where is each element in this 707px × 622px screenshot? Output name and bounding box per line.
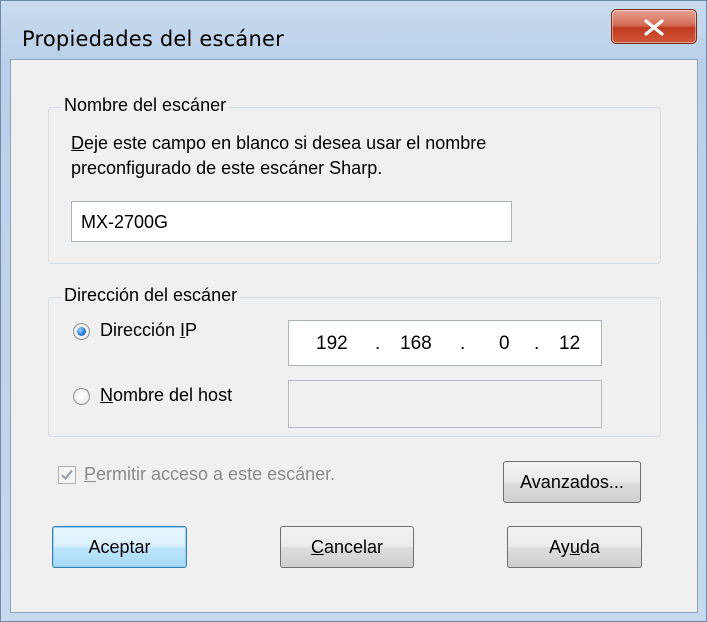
dialog-body: Nombre del escáner Deje este campo en bl… <box>10 59 698 613</box>
ip-dot-3: . <box>534 333 540 354</box>
cancel-button-label: ancelar <box>323 537 384 557</box>
host-name-radio[interactable] <box>73 388 90 405</box>
advanced-button-label: Avanzados... <box>520 472 624 492</box>
host-label-accelerator: N <box>100 385 113 405</box>
ip-octet-1: 192 <box>316 333 348 354</box>
ip-octet-4: 12 <box>559 333 581 354</box>
hint-line-1: eje este campo en blanco si desea usar e… <box>84 133 487 153</box>
ip-label-suffix: P <box>185 320 198 340</box>
advanced-button[interactable]: Avanzados... <box>503 461 641 503</box>
allow-access-checkbox[interactable] <box>58 466 76 484</box>
cancel-accelerator: C <box>310 537 324 557</box>
close-icon <box>644 19 664 36</box>
host-name-label[interactable]: Nombre del host <box>100 385 232 406</box>
ok-button-label: Aceptar <box>88 537 151 557</box>
ip-octet-3: 0 <box>499 333 510 354</box>
cancel-button[interactable]: Cancelar <box>280 526 414 568</box>
scanner-name-hint-line-2: preconfigurado de este escáner Sharp. <box>71 158 383 178</box>
scanner-name-input[interactable]: MX-2700G <box>71 201 512 242</box>
ip-dot-2: . <box>460 333 466 354</box>
checkmark-icon <box>61 469 73 481</box>
help-accelerator: u <box>569 537 580 557</box>
scanner-address-legend: Dirección del escáner <box>61 285 241 306</box>
title-bar[interactable]: Propiedades del escáner <box>1 1 706 51</box>
ip-dot-1: . <box>375 333 381 354</box>
scanner-name-value: MX-2700G <box>81 212 169 232</box>
host-name-input[interactable] <box>288 380 602 428</box>
allow-access-accelerator: P <box>84 464 97 484</box>
ip-label-text: Dirección <box>100 320 181 340</box>
allow-access-label: Permitir acceso a este escáner. <box>84 464 335 485</box>
ip-address-radio[interactable] <box>73 323 90 340</box>
hint-accelerator: D <box>71 133 84 153</box>
ip-address-input[interactable]: 192 . 168 . 0 . 12 <box>288 320 602 366</box>
ok-button[interactable]: Aceptar <box>52 526 187 568</box>
ip-address-label[interactable]: Dirección IP <box>100 320 197 341</box>
dialog-window: Propiedades del escáner Nombre del escán… <box>0 0 707 622</box>
scanner-name-hint: Deje este campo en blanco si desea usar … <box>71 133 486 154</box>
help-label-post: da <box>579 537 600 557</box>
window-title: Propiedades del escáner <box>22 27 284 51</box>
help-button[interactable]: Ayuda <box>507 526 642 568</box>
help-label-pre: Ay <box>549 537 570 557</box>
close-button[interactable] <box>611 9 697 44</box>
allow-access-text: ermitir acceso a este escáner. <box>96 464 336 484</box>
ip-octet-2: 168 <box>400 333 432 354</box>
ip-address-radio-dot <box>77 327 86 336</box>
host-label-text: ombre del host <box>113 385 233 405</box>
scanner-name-legend: Nombre del escáner <box>61 95 230 116</box>
